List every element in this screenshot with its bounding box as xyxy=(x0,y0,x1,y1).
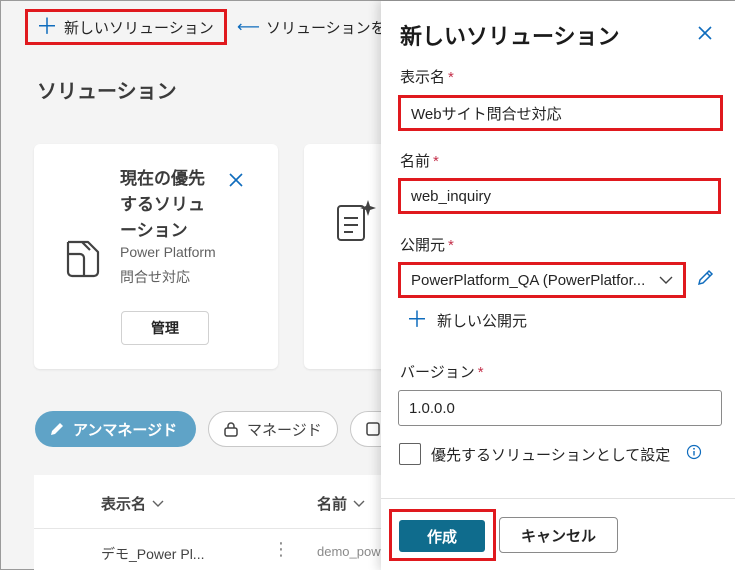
chevron-down-icon xyxy=(152,500,164,507)
column-header-label: 表示名 xyxy=(101,496,147,513)
filter-managed-label: マネージド xyxy=(247,421,322,439)
info-icon[interactable] xyxy=(686,444,702,460)
document-icon xyxy=(366,422,380,436)
document-icon xyxy=(66,240,100,278)
preferred-checkbox[interactable] xyxy=(399,443,421,465)
version-label: バージョン * xyxy=(400,361,484,382)
import-solution-label: ソリューションを xyxy=(265,19,386,37)
column-header-display-name[interactable]: 表示名 xyxy=(101,493,164,514)
chevron-down-icon xyxy=(353,500,365,507)
column-header-name[interactable]: 名前 xyxy=(317,493,365,514)
filter-unmanaged[interactable]: アンマネージド xyxy=(35,411,196,447)
version-input[interactable]: 1.0.0.0 xyxy=(398,390,722,426)
close-icon[interactable] xyxy=(228,172,244,188)
preferred-solution-card: 現在の優先するソリューション Power Platform問合せ対応 管理 xyxy=(34,144,278,369)
publisher-select-value: PowerPlatform_QA (PowerPlatfor... xyxy=(411,271,646,289)
table-cell-name: demo_pow xyxy=(317,544,381,559)
plus-icon: ＋ xyxy=(36,14,59,39)
document-sparkle-icon xyxy=(337,200,376,241)
page-title: ソリューション xyxy=(37,81,177,103)
lock-icon xyxy=(224,422,238,437)
required-mark: * xyxy=(477,364,484,381)
solutions-table: 表示名 名前 デモ_Power Pl... ⋮ demo_pow xyxy=(34,475,394,570)
chevron-down-icon xyxy=(659,276,673,284)
manage-button[interactable]: 管理 xyxy=(121,311,209,345)
name-input[interactable]: web_inquiry xyxy=(398,178,721,214)
required-mark: * xyxy=(433,153,439,170)
create-button[interactable]: 作成 xyxy=(399,520,485,552)
more-options-icon[interactable]: ⋮ xyxy=(272,539,290,560)
arrow-left-icon: ⟵ xyxy=(237,19,260,36)
required-mark: * xyxy=(448,69,454,86)
edit-icon[interactable] xyxy=(696,269,714,287)
create-button-highlight: 作成 xyxy=(389,509,496,561)
new-publisher-label: 新しい公開元 xyxy=(437,312,528,330)
close-icon[interactable] xyxy=(697,25,713,41)
publisher-select[interactable]: PowerPlatform_QA (PowerPlatfor... xyxy=(398,262,686,298)
column-header-label: 名前 xyxy=(317,496,348,513)
filter-unmanaged-label: アンマネージド xyxy=(73,421,178,439)
preferred-checkbox-label: 優先するソリューションとして設定 xyxy=(431,447,671,464)
plus-icon: ＋ xyxy=(406,307,429,332)
pencil-icon xyxy=(51,423,63,435)
panel-title: 新しいソリューション xyxy=(400,24,620,49)
new-solution-button[interactable]: ＋ 新しいソリューション xyxy=(25,9,227,45)
divider xyxy=(381,498,735,499)
new-solution-label: 新しいソリューション xyxy=(64,19,214,37)
divider xyxy=(34,528,394,529)
import-solution-button[interactable]: ⟵ ソリューションを xyxy=(229,9,394,45)
required-mark: * xyxy=(448,237,454,254)
card-heading: 現在の優先するソリューション xyxy=(120,169,205,240)
name-label: 名前 * xyxy=(400,150,439,171)
label-text: 表示名 xyxy=(400,69,446,86)
label-text: 名前 xyxy=(400,153,431,170)
card-subtitle: Power Platform問合せ対応 xyxy=(120,244,216,285)
new-solution-panel: 新しいソリューション 表示名 * Webサイト問合せ対応 名前 * web_inqu… xyxy=(381,1,735,570)
new-publisher-button[interactable]: ＋ 新しい公開元 xyxy=(406,309,527,331)
label-text: 公開元 xyxy=(400,237,446,254)
label-text: バージョン xyxy=(400,364,475,381)
table-cell-display-name[interactable]: デモ_Power Pl... xyxy=(101,544,204,564)
display-name-input[interactable]: Webサイト問合せ対応 xyxy=(398,95,723,131)
filter-managed[interactable]: マネージド xyxy=(208,411,338,447)
display-name-label: 表示名 * xyxy=(400,66,454,87)
publisher-label: 公開元 * xyxy=(400,234,454,255)
cancel-button[interactable]: キャンセル xyxy=(499,517,618,553)
